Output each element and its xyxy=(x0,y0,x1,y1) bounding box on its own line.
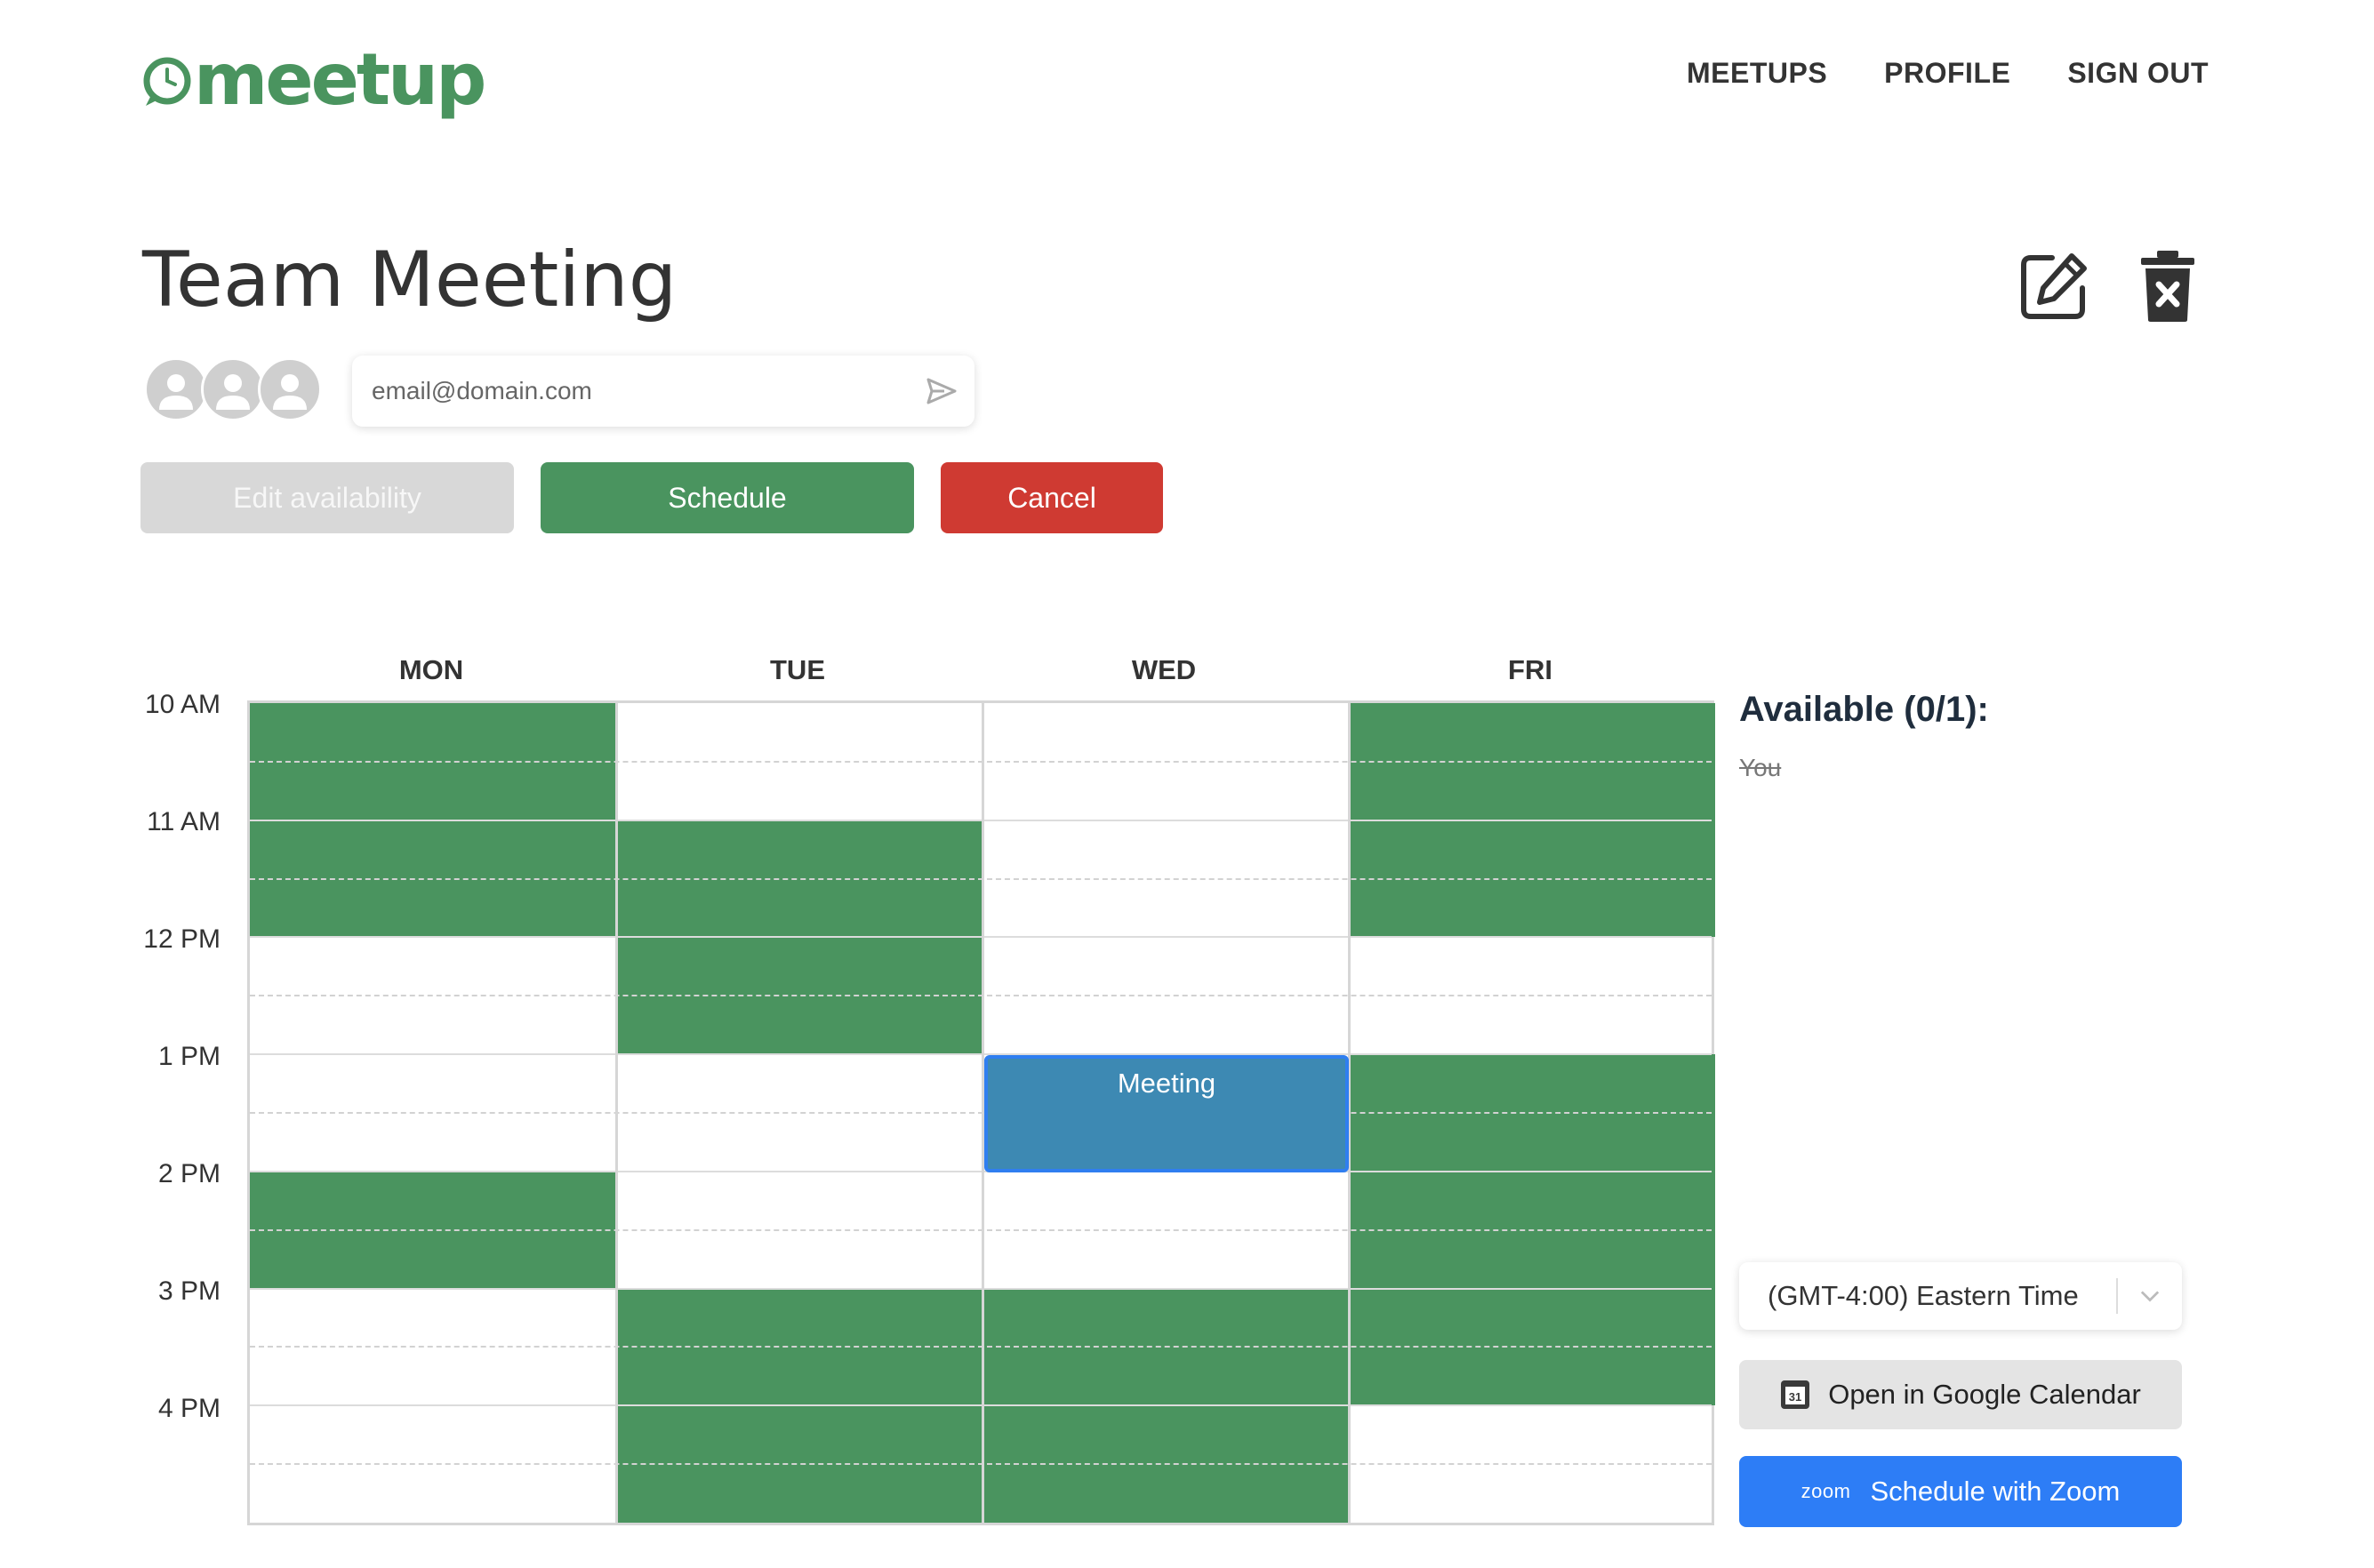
avatar xyxy=(201,357,265,421)
delete-meeting-button[interactable] xyxy=(2137,249,2198,324)
meeting-event[interactable]: Meeting xyxy=(984,1055,1349,1172)
edit-meeting-button[interactable] xyxy=(2017,249,2091,324)
nav-meetups[interactable]: MEETUPS xyxy=(1687,57,1827,90)
hour-line xyxy=(250,1287,1712,1290)
available-person: You xyxy=(1739,754,1782,781)
schedule-button[interactable]: Schedule xyxy=(541,462,914,533)
time-label: 11 AM xyxy=(147,807,221,836)
time-label: 3 PM xyxy=(157,1276,221,1306)
meetup-logo[interactable]: meetup xyxy=(140,36,486,124)
google-calendar-button[interactable]: 31 Open in Google Calendar xyxy=(1739,1360,2182,1429)
page-title: Team Meeting xyxy=(142,236,678,324)
time-label: 4 PM xyxy=(157,1394,221,1423)
time-label: 12 PM xyxy=(143,924,221,954)
half-hour-line xyxy=(250,1463,1712,1466)
clock-bubble-icon xyxy=(143,57,191,106)
trash-icon xyxy=(2141,251,2194,322)
nav-profile[interactable]: PROFILE xyxy=(1884,57,2010,90)
user-icon xyxy=(216,374,250,410)
send-icon[interactable] xyxy=(926,377,957,405)
available-title: Available (0/1): xyxy=(1739,690,1989,729)
google-calendar-label: Open in Google Calendar xyxy=(1828,1379,2141,1410)
half-hour-line xyxy=(250,1112,1712,1114)
nav-sign-out[interactable]: SIGN OUT xyxy=(2067,57,2209,90)
user-icon xyxy=(273,374,307,410)
edit-icon xyxy=(2021,253,2087,319)
hour-line xyxy=(250,1053,1712,1056)
time-label: 1 PM xyxy=(157,1042,221,1071)
avatar xyxy=(144,357,208,421)
time-label: 10 AM xyxy=(144,690,221,719)
avatar xyxy=(258,357,322,421)
zoom-label: Schedule with Zoom xyxy=(1870,1476,2121,1507)
day-header-fri: FRI xyxy=(1508,654,1552,685)
svg-text:31: 31 xyxy=(1789,1390,1801,1404)
timezone-select[interactable]: (GMT-4:00) Eastern Time xyxy=(1739,1262,2182,1330)
invite-email-box xyxy=(352,356,974,427)
calendar-icon: 31 xyxy=(1781,1380,1810,1409)
top-nav: MEETUPS PROFILE SIGN OUT xyxy=(1687,57,2209,90)
day-header-tue: TUE xyxy=(770,654,825,685)
cancel-button[interactable]: Cancel xyxy=(941,462,1163,533)
zoom-icon: zoom xyxy=(1801,1480,1851,1502)
participant-avatars xyxy=(144,357,322,423)
hour-line xyxy=(250,936,1712,939)
half-hour-line xyxy=(250,760,1712,763)
hour-line xyxy=(250,1404,1712,1407)
half-hour-line xyxy=(250,1346,1712,1348)
day-header-wed: WED xyxy=(1131,654,1197,685)
user-icon xyxy=(159,374,193,410)
half-hour-line xyxy=(250,1228,1712,1231)
half-hour-line xyxy=(250,995,1712,997)
availability-grid[interactable]: Meeting xyxy=(247,700,1715,1525)
chevron-down-icon xyxy=(2118,1278,2182,1314)
timezone-value: (GMT-4:00) Eastern Time xyxy=(1768,1280,2079,1311)
day-header-mon: MON xyxy=(398,654,464,685)
edit-availability-button[interactable]: Edit availability xyxy=(140,462,514,533)
hour-line xyxy=(250,819,1712,821)
invite-email-input[interactable] xyxy=(352,376,907,406)
meeting-event-label: Meeting xyxy=(1117,1068,1216,1100)
logo-text: meetup xyxy=(194,38,486,121)
half-hour-line xyxy=(250,877,1712,880)
day-divider xyxy=(615,703,618,1523)
hour-line xyxy=(250,1170,1712,1172)
zoom-button[interactable]: zoom Schedule with Zoom xyxy=(1739,1456,2182,1527)
time-label: 2 PM xyxy=(157,1159,221,1188)
